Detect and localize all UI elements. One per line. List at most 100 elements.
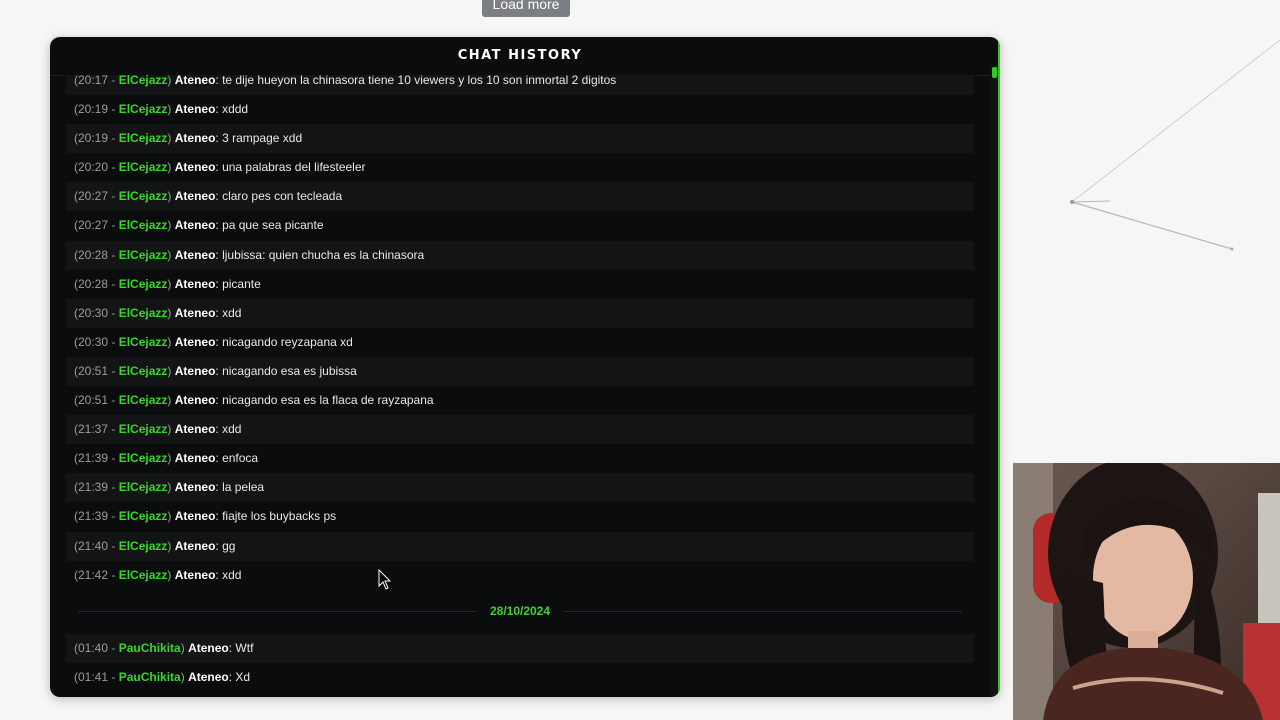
load-more-button[interactable]: Load more — [482, 0, 570, 17]
message-time: (20:27 — [74, 189, 109, 204]
message-text: : Xd — [228, 669, 251, 684]
message-separator: - — [108, 567, 119, 582]
mouse-cursor — [378, 569, 392, 590]
message-username: ElCejazz — [118, 131, 168, 146]
message-channel: Ateneo — [174, 75, 216, 87]
chat-message-row: (20:19 - ElCejazz) Ateneo: xddd — [66, 95, 974, 125]
message-separator: - — [108, 640, 119, 655]
message-time: (20:27 — [74, 218, 109, 233]
message-paren: ) — [167, 509, 175, 524]
message-separator: - — [108, 669, 119, 684]
message-time: (21:37 — [74, 422, 109, 437]
message-separator: - — [108, 160, 119, 175]
message-time: (01:41 — [74, 669, 109, 684]
message-username: ElCejazz — [118, 276, 168, 291]
message-paren: ) — [167, 422, 175, 437]
message-time: (20:19 — [74, 102, 109, 117]
message-paren: ) — [167, 305, 175, 320]
message-paren: ) — [167, 160, 175, 175]
message-separator: - — [108, 131, 119, 146]
message-username: ElCejazz — [118, 480, 168, 495]
message-text: : xddd — [215, 102, 249, 117]
message-channel: Ateneo — [174, 160, 216, 175]
message-text: : fiajte los buybacks ps — [215, 509, 337, 524]
message-paren: ) — [180, 669, 189, 684]
message-time: (20:19 — [74, 131, 109, 146]
message-username: ElCejazz — [118, 189, 168, 204]
message-text: : Wtf — [228, 640, 254, 655]
message-username: ElCejazz — [118, 538, 168, 553]
message-time: (20:20 — [74, 160, 109, 175]
message-username: ElCejazz — [118, 305, 168, 320]
message-username: PauChikita — [118, 669, 181, 684]
chat-message-row: (21:39 - ElCejazz) Ateneo: fiajte los bu… — [66, 502, 974, 532]
scrollbar-track[interactable] — [991, 65, 998, 697]
message-paren: ) — [167, 451, 175, 466]
background-line-graphic — [1070, 39, 1280, 251]
message-text: : nicagando esa es jubissa — [215, 363, 357, 378]
scrollbar-thumb[interactable] — [992, 67, 997, 78]
message-username: ElCejazz — [118, 422, 168, 437]
message-username: ElCejazz — [118, 75, 168, 87]
message-separator: - — [108, 75, 119, 87]
chat-message-row: (20:30 - ElCejazz) Ateneo: xdd — [66, 298, 974, 328]
message-channel: Ateneo — [174, 305, 216, 320]
webcam-overlay — [1013, 463, 1280, 720]
message-separator: - — [108, 480, 119, 495]
message-separator: - — [108, 538, 119, 553]
date-separator: 28/10/2024 — [74, 590, 966, 634]
message-separator: - — [108, 422, 119, 437]
message-channel: Ateneo — [174, 276, 216, 291]
message-time: (20:51 — [74, 393, 109, 408]
message-username: ElCejazz — [118, 247, 168, 262]
message-separator: - — [108, 393, 119, 408]
message-text: : una palabras del lifesteeler — [215, 160, 366, 175]
message-text: : gg — [215, 538, 236, 553]
message-username: PauChikita — [118, 640, 181, 655]
message-separator: - — [108, 363, 119, 378]
message-separator: - — [108, 334, 119, 349]
message-separator: - — [108, 276, 119, 291]
chat-message-row: (20:20 - ElCejazz) Ateneo: una palabras … — [66, 153, 974, 183]
message-separator: - — [108, 102, 119, 117]
message-separator: - — [108, 247, 119, 262]
message-time: (20:28 — [74, 276, 109, 291]
chat-message-row: (01:41 - PauChikita) Ateneo: Xd — [66, 662, 974, 692]
chat-message-row: (21:37 - ElCejazz) Ateneo: xdd — [66, 415, 974, 445]
message-username: ElCejazz — [118, 363, 168, 378]
chat-message-list[interactable]: (20:17 - ElCejazz) Ateneo: te dije hueyo… — [50, 75, 992, 697]
message-channel: Ateneo — [174, 567, 216, 582]
message-text: : ljubissa: quien chucha es la chinasora — [215, 247, 425, 262]
chat-message-row: (20:19 - ElCejazz) Ateneo: 3 rampage xdd — [66, 124, 974, 154]
message-username: ElCejazz — [118, 102, 168, 117]
message-username: ElCejazz — [118, 393, 168, 408]
chat-message-row: (20:30 - ElCejazz) Ateneo: nicagando rey… — [66, 327, 974, 357]
message-text: : xdd — [215, 305, 242, 320]
message-channel: Ateneo — [174, 509, 216, 524]
message-paren: ) — [167, 218, 175, 233]
chat-message-row: (21:40 - ElCejazz) Ateneo: gg — [66, 531, 974, 561]
message-channel: Ateneo — [174, 422, 216, 437]
message-separator: - — [108, 305, 119, 320]
message-time: (21:40 — [74, 538, 109, 553]
chat-message-row: (21:42 - ElCejazz) Ateneo: xdd — [66, 560, 974, 590]
message-text: : enfoca — [215, 451, 259, 466]
message-text: : te dije hueyon la chinasora tiene 10 v… — [215, 75, 617, 87]
message-time: (20:28 — [74, 247, 109, 262]
message-channel: Ateneo — [174, 393, 216, 408]
message-paren: ) — [180, 640, 189, 655]
message-time: (01:40 — [74, 640, 109, 655]
message-text: : la pelea — [215, 480, 265, 495]
chat-history-title: CHAT HISTORY — [50, 37, 990, 76]
message-text: : picante — [215, 276, 261, 291]
message-channel: Ateneo — [188, 640, 229, 655]
message-paren: ) — [167, 102, 175, 117]
message-text: : claro pes con tecleada — [215, 189, 343, 204]
message-paren: ) — [167, 75, 175, 87]
message-text: : pa que sea picante — [215, 218, 324, 233]
message-username: ElCejazz — [118, 451, 168, 466]
chat-history-panel: CHAT HISTORY (20:17 - ElCejazz) Ateneo: … — [50, 37, 1000, 697]
message-separator: - — [108, 189, 119, 204]
chat-message-row: (20:17 - ElCejazz) Ateneo: te dije hueyo… — [66, 75, 974, 96]
message-channel: Ateneo — [174, 247, 216, 262]
